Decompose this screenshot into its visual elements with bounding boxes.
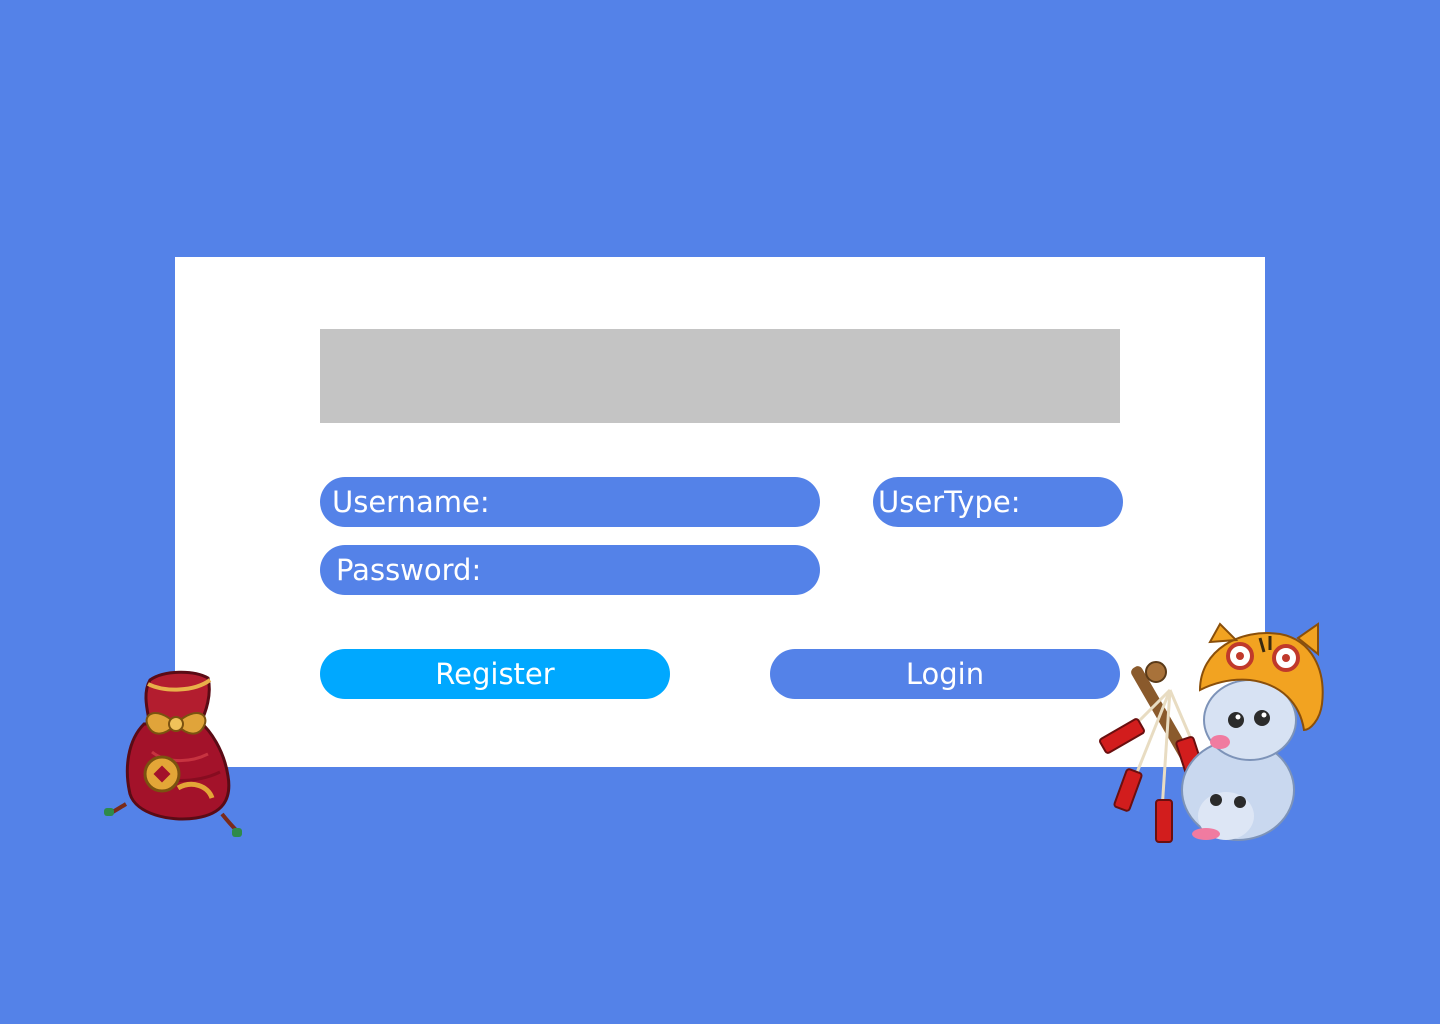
password-label: Password: xyxy=(336,553,482,587)
banner-placeholder xyxy=(320,329,1120,423)
username-field[interactable]: Username: xyxy=(320,477,820,527)
usertype-label: UserType: xyxy=(878,485,1021,519)
register-button[interactable]: Register xyxy=(320,649,670,699)
login-button[interactable]: Login xyxy=(770,649,1120,699)
poro-with-firecrackers-icon xyxy=(1090,620,1330,856)
lucky-pouch-icon xyxy=(104,664,244,842)
password-field[interactable]: Password: xyxy=(320,545,820,595)
username-label: Username: xyxy=(332,485,490,519)
usertype-field[interactable]: UserType: xyxy=(873,477,1123,527)
